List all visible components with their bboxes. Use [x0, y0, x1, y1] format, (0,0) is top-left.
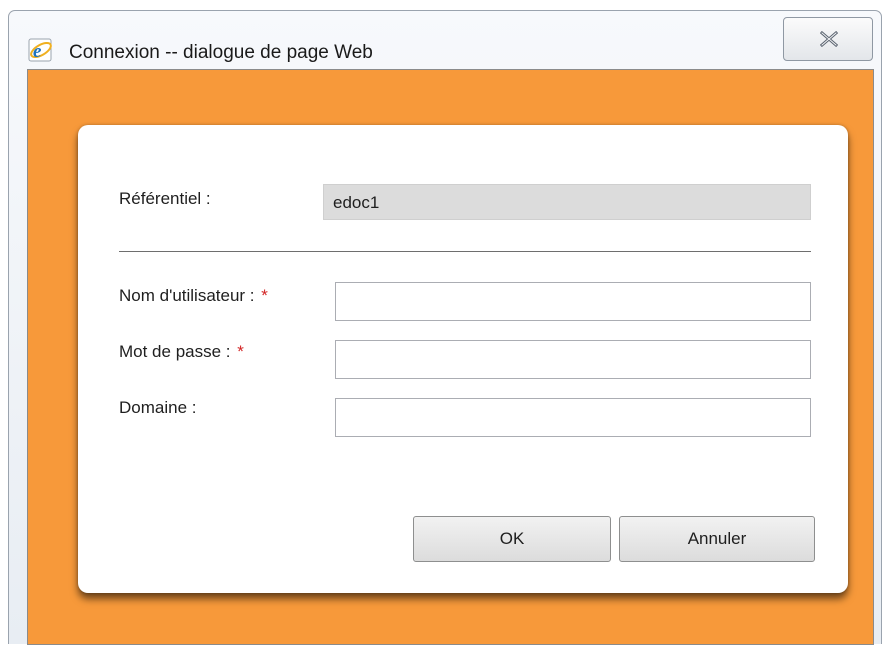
form-divider [119, 251, 811, 252]
dialog-window: e Connexion -- dialogue de page Web Réfé… [8, 10, 882, 645]
close-button[interactable] [783, 17, 873, 61]
username-label-text: Nom d'utilisateur : [119, 286, 255, 305]
title-bar: e Connexion -- dialogue de page Web [9, 11, 881, 69]
close-icon [820, 31, 838, 47]
repository-field: edoc1 [323, 184, 811, 220]
password-label-text: Mot de passe : [119, 342, 231, 361]
username-required-marker: * [261, 286, 268, 305]
window-title: Connexion -- dialogue de page Web [69, 42, 373, 63]
username-input[interactable] [335, 282, 811, 321]
internet-explorer-icon: e [28, 38, 52, 62]
svg-text:e: e [33, 41, 42, 62]
domain-label: Domaine : [119, 398, 197, 417]
cancel-button[interactable]: Annuler [619, 516, 815, 562]
repository-label: Référentiel : [119, 189, 211, 208]
password-required-marker: * [237, 342, 244, 361]
ok-button[interactable]: OK [413, 516, 611, 562]
username-label: Nom d'utilisateur : * [119, 286, 268, 306]
dialog-client-area: Référentiel : edoc1 Nom d'utilisateur : … [27, 69, 874, 645]
password-input[interactable] [335, 340, 811, 379]
domain-input[interactable] [335, 398, 811, 437]
login-form-panel: Référentiel : edoc1 Nom d'utilisateur : … [78, 125, 848, 593]
password-label: Mot de passe : * [119, 342, 244, 362]
